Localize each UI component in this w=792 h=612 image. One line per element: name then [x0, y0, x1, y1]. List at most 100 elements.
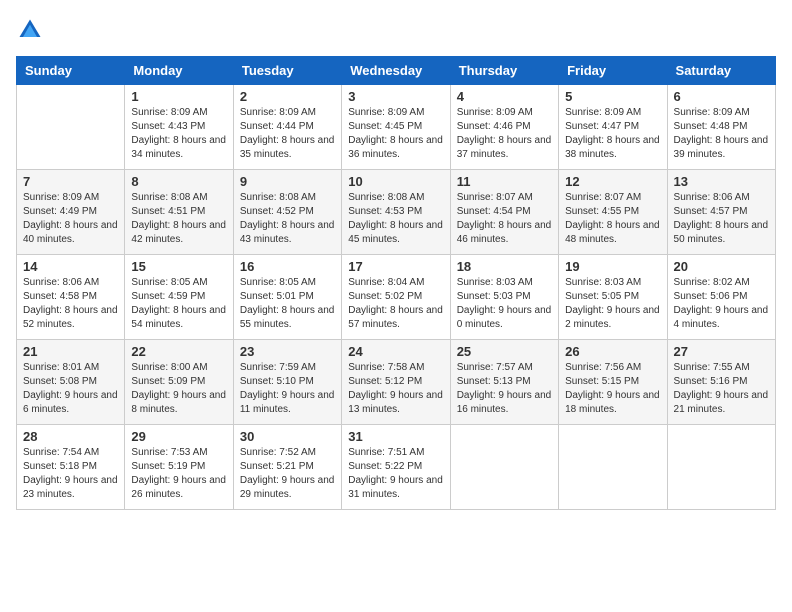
calendar-cell: 12 Sunrise: 8:07 AMSunset: 4:55 PMDaylig… — [559, 170, 667, 255]
day-info: Sunrise: 8:08 AMSunset: 4:52 PMDaylight:… — [240, 192, 335, 245]
day-number: 14 — [23, 259, 118, 274]
calendar-cell: 27 Sunrise: 7:55 AMSunset: 5:16 PMDaylig… — [667, 340, 775, 425]
day-info: Sunrise: 7:51 AMSunset: 5:22 PMDaylight:… — [348, 447, 443, 500]
calendar-cell: 1 Sunrise: 8:09 AMSunset: 4:43 PMDayligh… — [125, 85, 233, 170]
day-info: Sunrise: 8:06 AMSunset: 4:57 PMDaylight:… — [674, 192, 769, 245]
calendar-header-row: SundayMondayTuesdayWednesdayThursdayFrid… — [17, 57, 776, 85]
day-number: 4 — [457, 89, 552, 104]
day-info: Sunrise: 8:09 AMSunset: 4:47 PMDaylight:… — [565, 107, 660, 160]
calendar-cell: 7 Sunrise: 8:09 AMSunset: 4:49 PMDayligh… — [17, 170, 125, 255]
calendar-cell: 24 Sunrise: 7:58 AMSunset: 5:12 PMDaylig… — [342, 340, 450, 425]
day-number: 22 — [131, 344, 226, 359]
day-number: 28 — [23, 429, 118, 444]
calendar-cell: 4 Sunrise: 8:09 AMSunset: 4:46 PMDayligh… — [450, 85, 558, 170]
day-number: 23 — [240, 344, 335, 359]
calendar-cell — [17, 85, 125, 170]
weekday-header: Tuesday — [233, 57, 341, 85]
calendar-cell: 6 Sunrise: 8:09 AMSunset: 4:48 PMDayligh… — [667, 85, 775, 170]
day-number: 2 — [240, 89, 335, 104]
calendar-cell: 14 Sunrise: 8:06 AMSunset: 4:58 PMDaylig… — [17, 255, 125, 340]
day-info: Sunrise: 8:07 AMSunset: 4:54 PMDaylight:… — [457, 192, 552, 245]
calendar-cell: 13 Sunrise: 8:06 AMSunset: 4:57 PMDaylig… — [667, 170, 775, 255]
page-header — [16, 16, 776, 44]
day-number: 6 — [674, 89, 769, 104]
day-number: 18 — [457, 259, 552, 274]
day-number: 29 — [131, 429, 226, 444]
calendar-cell: 29 Sunrise: 7:53 AMSunset: 5:19 PMDaylig… — [125, 425, 233, 510]
day-number: 30 — [240, 429, 335, 444]
day-info: Sunrise: 7:54 AMSunset: 5:18 PMDaylight:… — [23, 447, 118, 500]
day-number: 13 — [674, 174, 769, 189]
day-number: 10 — [348, 174, 443, 189]
day-info: Sunrise: 7:57 AMSunset: 5:13 PMDaylight:… — [457, 362, 552, 415]
calendar-cell: 11 Sunrise: 8:07 AMSunset: 4:54 PMDaylig… — [450, 170, 558, 255]
weekday-header: Wednesday — [342, 57, 450, 85]
weekday-header: Sunday — [17, 57, 125, 85]
day-number: 27 — [674, 344, 769, 359]
day-info: Sunrise: 8:08 AMSunset: 4:53 PMDaylight:… — [348, 192, 443, 245]
day-info: Sunrise: 8:09 AMSunset: 4:44 PMDaylight:… — [240, 107, 335, 160]
day-info: Sunrise: 8:01 AMSunset: 5:08 PMDaylight:… — [23, 362, 118, 415]
day-number: 9 — [240, 174, 335, 189]
calendar-cell: 25 Sunrise: 7:57 AMSunset: 5:13 PMDaylig… — [450, 340, 558, 425]
day-info: Sunrise: 7:53 AMSunset: 5:19 PMDaylight:… — [131, 447, 226, 500]
calendar-cell: 16 Sunrise: 8:05 AMSunset: 5:01 PMDaylig… — [233, 255, 341, 340]
day-number: 16 — [240, 259, 335, 274]
calendar-cell: 31 Sunrise: 7:51 AMSunset: 5:22 PMDaylig… — [342, 425, 450, 510]
day-info: Sunrise: 7:56 AMSunset: 5:15 PMDaylight:… — [565, 362, 660, 415]
calendar-body: 1 Sunrise: 8:09 AMSunset: 4:43 PMDayligh… — [17, 85, 776, 510]
weekday-header: Friday — [559, 57, 667, 85]
logo-icon — [16, 16, 44, 44]
day-number: 12 — [565, 174, 660, 189]
day-info: Sunrise: 8:03 AMSunset: 5:05 PMDaylight:… — [565, 277, 660, 330]
calendar-cell: 21 Sunrise: 8:01 AMSunset: 5:08 PMDaylig… — [17, 340, 125, 425]
day-number: 17 — [348, 259, 443, 274]
calendar-week-row: 14 Sunrise: 8:06 AMSunset: 4:58 PMDaylig… — [17, 255, 776, 340]
calendar-cell: 18 Sunrise: 8:03 AMSunset: 5:03 PMDaylig… — [450, 255, 558, 340]
day-number: 8 — [131, 174, 226, 189]
calendar-cell: 3 Sunrise: 8:09 AMSunset: 4:45 PMDayligh… — [342, 85, 450, 170]
day-number: 1 — [131, 89, 226, 104]
calendar-cell: 15 Sunrise: 8:05 AMSunset: 4:59 PMDaylig… — [125, 255, 233, 340]
day-number: 15 — [131, 259, 226, 274]
calendar-cell: 9 Sunrise: 8:08 AMSunset: 4:52 PMDayligh… — [233, 170, 341, 255]
calendar-cell: 2 Sunrise: 8:09 AMSunset: 4:44 PMDayligh… — [233, 85, 341, 170]
day-info: Sunrise: 8:07 AMSunset: 4:55 PMDaylight:… — [565, 192, 660, 245]
day-info: Sunrise: 8:00 AMSunset: 5:09 PMDaylight:… — [131, 362, 226, 415]
day-number: 26 — [565, 344, 660, 359]
day-info: Sunrise: 8:03 AMSunset: 5:03 PMDaylight:… — [457, 277, 552, 330]
calendar-week-row: 1 Sunrise: 8:09 AMSunset: 4:43 PMDayligh… — [17, 85, 776, 170]
calendar-cell — [667, 425, 775, 510]
calendar-table: SundayMondayTuesdayWednesdayThursdayFrid… — [16, 56, 776, 510]
day-number: 21 — [23, 344, 118, 359]
calendar-cell: 26 Sunrise: 7:56 AMSunset: 5:15 PMDaylig… — [559, 340, 667, 425]
calendar-cell: 19 Sunrise: 8:03 AMSunset: 5:05 PMDaylig… — [559, 255, 667, 340]
day-number: 11 — [457, 174, 552, 189]
calendar-cell: 23 Sunrise: 7:59 AMSunset: 5:10 PMDaylig… — [233, 340, 341, 425]
calendar-week-row: 21 Sunrise: 8:01 AMSunset: 5:08 PMDaylig… — [17, 340, 776, 425]
logo — [16, 16, 48, 44]
day-number: 31 — [348, 429, 443, 444]
calendar-cell: 10 Sunrise: 8:08 AMSunset: 4:53 PMDaylig… — [342, 170, 450, 255]
calendar-cell: 20 Sunrise: 8:02 AMSunset: 5:06 PMDaylig… — [667, 255, 775, 340]
day-info: Sunrise: 8:09 AMSunset: 4:48 PMDaylight:… — [674, 107, 769, 160]
day-info: Sunrise: 8:06 AMSunset: 4:58 PMDaylight:… — [23, 277, 118, 330]
day-info: Sunrise: 7:58 AMSunset: 5:12 PMDaylight:… — [348, 362, 443, 415]
day-info: Sunrise: 8:04 AMSunset: 5:02 PMDaylight:… — [348, 277, 443, 330]
calendar-cell: 17 Sunrise: 8:04 AMSunset: 5:02 PMDaylig… — [342, 255, 450, 340]
day-number: 19 — [565, 259, 660, 274]
day-info: Sunrise: 8:02 AMSunset: 5:06 PMDaylight:… — [674, 277, 769, 330]
day-info: Sunrise: 7:59 AMSunset: 5:10 PMDaylight:… — [240, 362, 335, 415]
calendar-week-row: 28 Sunrise: 7:54 AMSunset: 5:18 PMDaylig… — [17, 425, 776, 510]
calendar-cell: 30 Sunrise: 7:52 AMSunset: 5:21 PMDaylig… — [233, 425, 341, 510]
day-info: Sunrise: 8:09 AMSunset: 4:49 PMDaylight:… — [23, 192, 118, 245]
weekday-header: Monday — [125, 57, 233, 85]
day-number: 25 — [457, 344, 552, 359]
day-info: Sunrise: 8:08 AMSunset: 4:51 PMDaylight:… — [131, 192, 226, 245]
calendar-week-row: 7 Sunrise: 8:09 AMSunset: 4:49 PMDayligh… — [17, 170, 776, 255]
weekday-header: Saturday — [667, 57, 775, 85]
day-info: Sunrise: 8:05 AMSunset: 5:01 PMDaylight:… — [240, 277, 335, 330]
day-info: Sunrise: 8:09 AMSunset: 4:46 PMDaylight:… — [457, 107, 552, 160]
day-info: Sunrise: 8:09 AMSunset: 4:45 PMDaylight:… — [348, 107, 443, 160]
calendar-cell — [450, 425, 558, 510]
